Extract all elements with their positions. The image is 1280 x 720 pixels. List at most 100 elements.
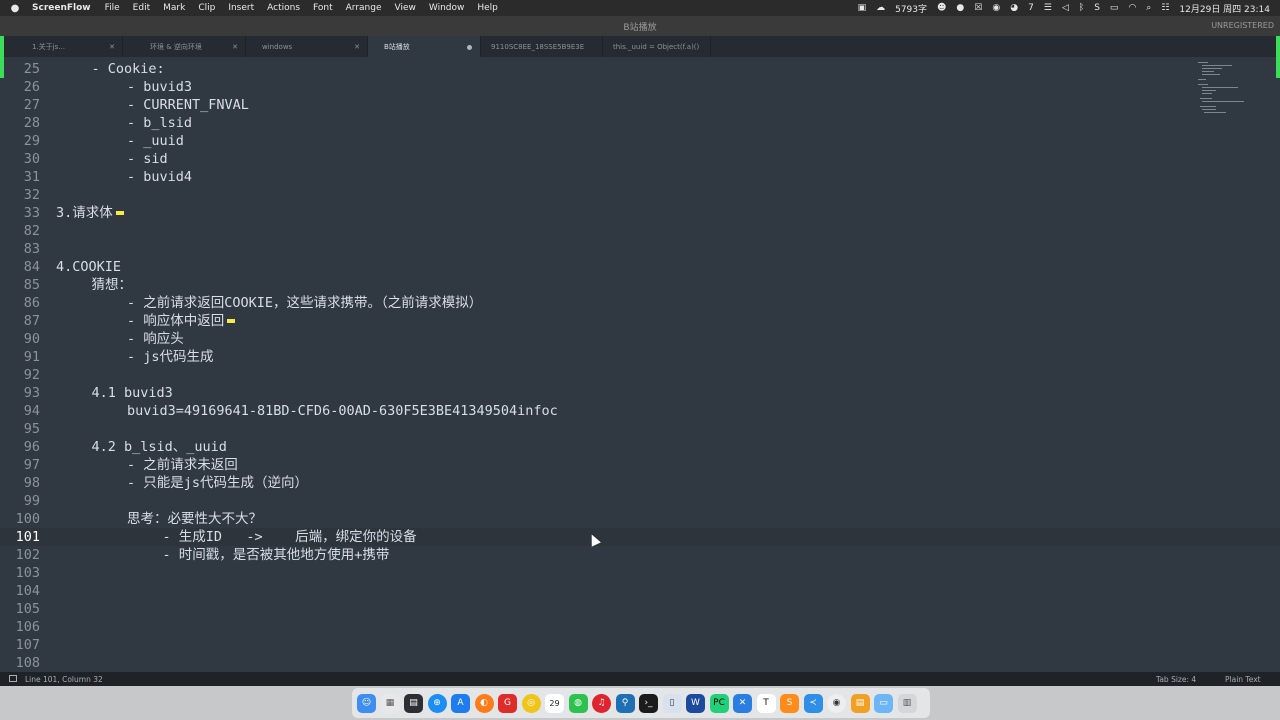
typora-icon[interactable]: T: [756, 693, 776, 713]
editor-line[interactable]: 83: [0, 240, 1280, 258]
face-icon[interactable]: ☻: [937, 3, 946, 13]
microphone-icon[interactable]: ●: [956, 3, 964, 13]
menu-app-name[interactable]: ScreenFlow: [32, 3, 91, 13]
unsaved-dot-icon[interactable]: [467, 45, 472, 50]
apple-icon[interactable]: ●: [10, 3, 20, 14]
word-count[interactable]: 5793字: [895, 2, 927, 15]
menu-view[interactable]: View: [395, 3, 416, 13]
menu-font[interactable]: Font: [313, 3, 333, 13]
terminal-icon[interactable]: ›_: [639, 693, 658, 713]
tab-1[interactable]: 1.关于js... ✕: [0, 36, 123, 57]
input-method-icon[interactable]: S: [1094, 3, 1100, 13]
tab-6[interactable]: this._uuid = Object(f.a)(): [603, 36, 711, 57]
editor-line[interactable]: 33 3.请求体: [0, 204, 1280, 222]
preview-icon[interactable]: ▯: [662, 693, 682, 713]
editor-line[interactable]: 101 - 生成ID -> 后端，绑定你的设备: [0, 528, 1280, 546]
editor-line[interactable]: 98 - 只能是js代码生成（逆向）: [0, 474, 1280, 492]
bluetooth-icon[interactable]: ᛒ: [1079, 3, 1084, 13]
editor-line[interactable]: 91 - js代码生成: [0, 348, 1280, 366]
editor-line[interactable]: 82: [0, 222, 1280, 240]
editor-line[interactable]: 27 - CURRENT_FNVAL: [0, 96, 1280, 114]
battery-icon[interactable]: ▭: [1110, 3, 1119, 13]
editor-line[interactable]: 28 - b_lsid: [0, 114, 1280, 132]
editor-line[interactable]: 103: [0, 564, 1280, 582]
tab-size[interactable]: Tab Size: 4: [1156, 675, 1196, 684]
editor-line[interactable]: 87 - 响应体中返回: [0, 312, 1280, 330]
close-icon[interactable]: ✕: [109, 43, 115, 51]
editor-line[interactable]: 92: [0, 366, 1280, 384]
chat-icon[interactable]: ◕: [1010, 3, 1018, 13]
volume-icon[interactable]: ◁: [1062, 3, 1069, 13]
control-icon[interactable]: ☰: [1044, 3, 1052, 13]
menu-file[interactable]: File: [105, 3, 120, 13]
tab-4[interactable]: B站播放: [368, 36, 481, 57]
fold-marker-icon[interactable]: [115, 211, 124, 215]
editor-line[interactable]: 97 - 之前请求未返回: [0, 456, 1280, 474]
search-icon[interactable]: ⌕: [1146, 3, 1151, 13]
editor-line[interactable]: 94 buvid3=49169641-81BD-CFD6-00AD-630F5E3…: [0, 402, 1280, 420]
menu-mark[interactable]: Mark: [163, 3, 185, 13]
menu-actions[interactable]: Actions: [267, 3, 300, 13]
editor-line[interactable]: 107: [0, 636, 1280, 654]
screen-record-icon[interactable]: ▣: [858, 3, 867, 13]
editor-line[interactable]: 108: [0, 654, 1280, 672]
wps-icon[interactable]: W: [686, 693, 705, 713]
safari-icon[interactable]: ⊕: [427, 693, 447, 713]
cloud-icon[interactable]: ☁: [876, 3, 885, 13]
trash-icon[interactable]: ▥: [897, 693, 917, 713]
editor-line[interactable]: 93 4.1 buvid3: [0, 384, 1280, 402]
menu-clip[interactable]: Clip: [198, 3, 215, 13]
vscode-icon[interactable]: ≺: [803, 693, 823, 713]
editor-line[interactable]: 29 - _uuid: [0, 132, 1280, 150]
editor-line[interactable]: 85 猜想：: [0, 276, 1280, 294]
minimap[interactable]: [1194, 60, 1244, 120]
control-center-icon[interactable]: ☷: [1161, 3, 1169, 13]
browser-icon[interactable]: ◉: [827, 693, 846, 713]
appstore-icon[interactable]: A: [451, 693, 470, 713]
editor-line[interactable]: 86 - 之前请求返回COOKIE，这些请求携带。（之前请求模拟）: [0, 294, 1280, 312]
close-icon[interactable]: ✕: [354, 43, 360, 51]
sublime-icon[interactable]: S: [780, 693, 799, 713]
editor-line[interactable]: 30 - sid: [0, 150, 1280, 168]
editor-line[interactable]: 25 - Cookie:: [0, 60, 1280, 78]
launchpad-icon[interactable]: ▦: [380, 693, 400, 713]
editor-line[interactable]: 31 - buvid4: [0, 168, 1280, 186]
editor-line[interactable]: 104: [0, 582, 1280, 600]
sourcetree-icon[interactable]: ⚲: [615, 693, 635, 713]
menu-insert[interactable]: Insert: [228, 3, 254, 13]
mission-control-icon[interactable]: ▤: [404, 693, 423, 713]
editor-line[interactable]: 95: [0, 420, 1280, 438]
close-icon[interactable]: ✕: [232, 43, 238, 51]
firefox-icon[interactable]: ◐: [474, 693, 494, 713]
close-box-icon[interactable]: ☒: [974, 3, 982, 13]
wifi-icon[interactable]: ◠: [1128, 3, 1136, 13]
editor-line[interactable]: 105: [0, 600, 1280, 618]
editor-line[interactable]: 99: [0, 492, 1280, 510]
play-circle-icon[interactable]: ◉: [992, 3, 1000, 13]
editor-line[interactable]: 96 4.2 b_lsid、_uuid: [0, 438, 1280, 456]
editor-line[interactable]: 26 - buvid3: [0, 78, 1280, 96]
syntax-mode[interactable]: Plain Text: [1225, 675, 1261, 684]
menu-help[interactable]: Help: [477, 3, 498, 13]
editor-line[interactable]: 32: [0, 186, 1280, 204]
editor-line[interactable]: 90 - 响应头: [0, 330, 1280, 348]
gitee-icon[interactable]: G: [498, 693, 517, 713]
fold-marker-icon[interactable]: [227, 319, 236, 323]
text-editor[interactable]: 25- Cookie: 26- buvid3 27- CURRENT_FNVAL 28…: [0, 57, 1280, 672]
menu-arrange[interactable]: Arrange: [346, 3, 382, 13]
panel-toggle-icon[interactable]: [9, 675, 17, 682]
chrome-icon[interactable]: ◎: [521, 693, 541, 713]
tab-3[interactable]: windows ✕: [246, 36, 368, 57]
finder-icon[interactable]: ☺: [357, 693, 376, 713]
xcode-icon[interactable]: ✕: [733, 693, 752, 713]
editor-line[interactable]: 84 4.COOKIE: [0, 258, 1280, 276]
editor-line[interactable]: 100 思考：必要性大不大？: [0, 510, 1280, 528]
calendar-icon[interactable]: 29: [545, 693, 564, 713]
netease-music-icon[interactable]: ♫: [592, 693, 611, 713]
clock[interactable]: 12月29日 周四 23:14: [1179, 2, 1270, 15]
folder-icon[interactable]: ▭: [874, 693, 893, 713]
tab-5[interactable]: 9110SC8EE_18SSE5B9E3E: [481, 36, 603, 57]
tab-2[interactable]: 环境 & 逆向环境 ✕: [123, 36, 246, 57]
wechat-icon[interactable]: ◍: [568, 693, 588, 713]
editor-line[interactable]: 106: [0, 618, 1280, 636]
